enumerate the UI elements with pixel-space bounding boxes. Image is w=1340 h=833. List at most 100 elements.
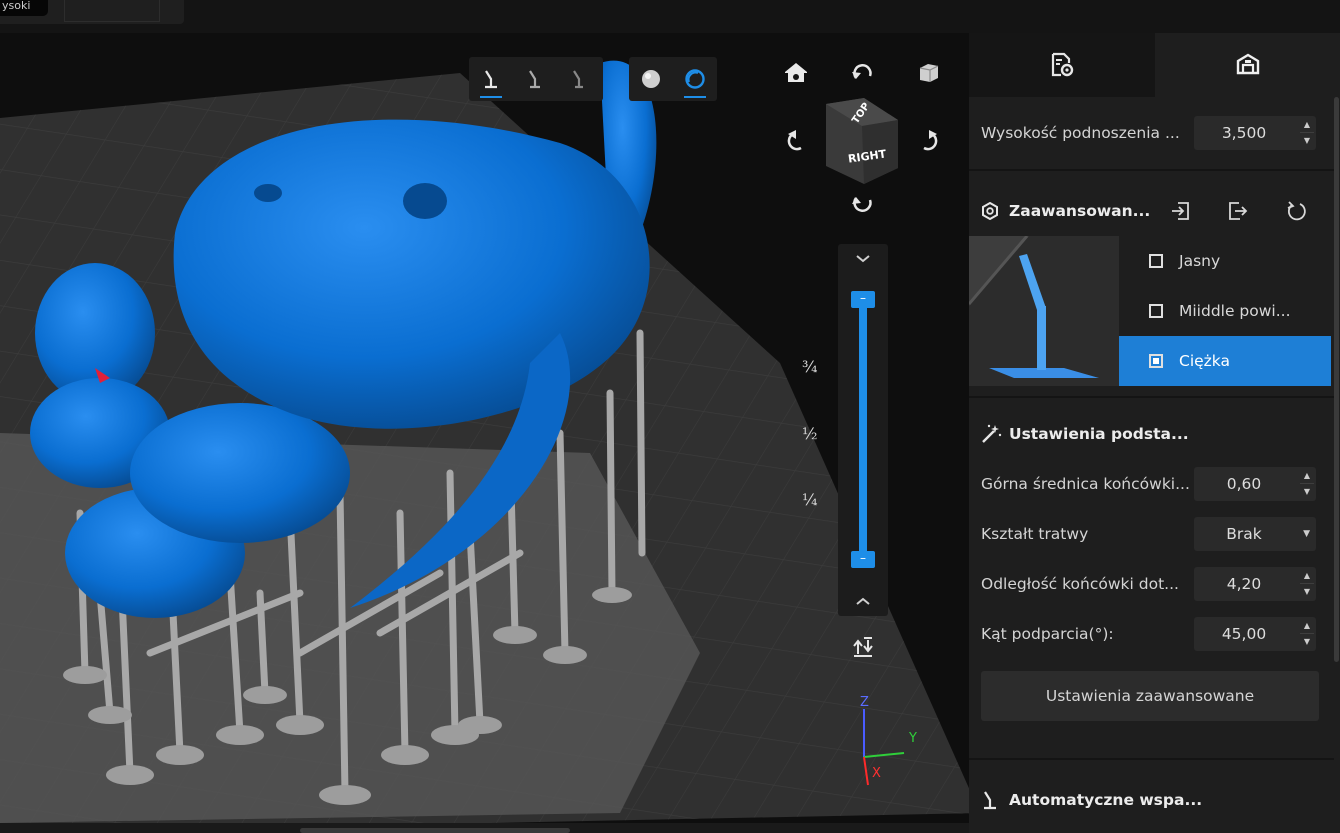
raft-shape-dropdown[interactable]: Brak ▼ — [1194, 517, 1316, 551]
home-view-button[interactable] — [779, 55, 813, 89]
preset-light-label: Jasny — [1179, 252, 1221, 270]
support-structure-icon — [1236, 53, 1260, 75]
rotate-up-button[interactable] — [846, 55, 880, 89]
support-display-toolbar — [469, 57, 603, 101]
rotate-left-button[interactable] — [779, 124, 813, 158]
xray-sphere-icon — [685, 69, 705, 89]
lift-height-row: Wysokość podnoszenia ... 3,500 ▲ ▼ — [981, 116, 1317, 150]
raft-shape-row: Kształt tratwy Brak ▼ — [981, 517, 1317, 551]
preset-heavy-option[interactable]: Ciężka — [1119, 336, 1331, 386]
slider-fraction-three-quarters: ¾ — [802, 357, 818, 376]
slider-fraction-half: ½ — [802, 424, 818, 443]
top-toolbar-fragment: ysoki — [0, 0, 184, 24]
layer-slider-bottom-handle[interactable]: – — [851, 551, 875, 568]
view-cube[interactable]: TOP RIGHT — [824, 96, 900, 186]
tip-diameter-label: Górna średnica końcówki... — [981, 475, 1189, 493]
support-medium-icon — [529, 70, 540, 89]
chevron-down-icon[interactable] — [855, 254, 871, 264]
advanced-section-header[interactable]: Zaawansowan... — [981, 196, 1150, 226]
support-view-3-button[interactable] — [557, 58, 601, 100]
support-view-2-button[interactable] — [513, 58, 557, 100]
advanced-section-title: Zaawansowan... — [1009, 202, 1151, 220]
solid-sphere-icon — [642, 70, 660, 88]
rotate-cw-icon — [852, 197, 872, 212]
support-angle-decrement[interactable]: ▼ — [1298, 637, 1316, 646]
preset-medium-checkbox[interactable] — [1149, 304, 1163, 318]
support-view-1-button[interactable] — [469, 58, 513, 100]
layer-slider-track[interactable] — [859, 300, 867, 562]
layer-range-icon — [853, 637, 873, 657]
preset-medium-option[interactable]: Miiddle powi... — [1119, 286, 1331, 336]
support-heavy-icon — [573, 70, 583, 89]
tip-distance-decrement[interactable]: ▼ — [1298, 587, 1316, 596]
panel-tabs — [969, 33, 1340, 97]
support-pin-icon — [984, 791, 996, 810]
tip-diameter-stepper[interactable]: 0,60 ▲ ▼ — [1194, 467, 1316, 501]
support-preset-preview — [969, 236, 1119, 386]
preset-light-option[interactable]: Jasny — [1119, 236, 1331, 286]
support-angle-row: Kąt podparcia(°): 45,00 ▲ ▼ — [981, 617, 1317, 651]
layer-slider-top-handle[interactable]: – — [851, 291, 875, 308]
preset-light-checkbox[interactable] — [1149, 254, 1163, 268]
top-fragment-button[interactable]: ysoki — [0, 0, 48, 16]
basic-settings-header[interactable]: Ustawienia podsta... — [981, 419, 1189, 449]
tab-support[interactable] — [1155, 33, 1340, 97]
support-angle-increment[interactable]: ▲ — [1298, 621, 1316, 630]
auto-supports-title: Automatyczne wspa... — [1009, 791, 1203, 809]
lift-height-value[interactable]: 3,500 — [1194, 116, 1294, 150]
cube-icon — [919, 64, 939, 82]
lift-height-decrement[interactable]: ▼ — [1298, 136, 1316, 145]
rotate-down-button[interactable] — [846, 187, 880, 221]
support-preview-image — [969, 236, 1099, 378]
tip-diameter-row: Górna średnica końcówki... 0,60 ▲ ▼ — [981, 467, 1317, 501]
render-mode-toolbar — [629, 57, 717, 101]
auto-supports-header[interactable]: Automatyczne wspa... — [981, 785, 1202, 815]
raft-shape-label: Kształt tratwy — [981, 525, 1089, 543]
panel-scrollbar[interactable] — [1334, 97, 1339, 662]
layer-range-button[interactable] — [846, 630, 880, 664]
preset-heavy-label: Ciężka — [1179, 352, 1231, 370]
rotate-right-button[interactable] — [912, 124, 946, 158]
xray-render-button[interactable] — [673, 58, 717, 100]
basic-settings-title: Ustawienia podsta... — [1009, 425, 1189, 443]
settings-panel: Wysokość podnoszenia ... 3,500 ▲ ▼ Zaawan… — [969, 33, 1340, 833]
export-preset-icon[interactable] — [1226, 200, 1248, 222]
tip-distance-stepper[interactable]: 4,20 ▲ ▼ — [1194, 567, 1316, 601]
tip-diameter-value[interactable]: 0,60 — [1194, 467, 1294, 501]
support-angle-label: Kąt podparcia(°): — [981, 625, 1114, 643]
rotate-left-icon — [787, 130, 802, 151]
tip-distance-value[interactable]: 4,20 — [1194, 567, 1294, 601]
lift-height-stepper[interactable]: 3,500 ▲ ▼ — [1194, 116, 1316, 150]
reset-preset-icon[interactable] — [1285, 200, 1307, 222]
top-strip: ysoki — [0, 0, 1340, 33]
preset-medium-label: Miiddle powi... — [1179, 302, 1291, 320]
slider-fraction-quarter: ¼ — [802, 490, 818, 509]
chevron-up-icon[interactable] — [855, 596, 871, 606]
axis-gizmo: Z Y X — [848, 693, 928, 793]
hexagon-gear-icon — [982, 202, 998, 220]
lift-height-increment[interactable]: ▲ — [1298, 120, 1316, 129]
viewport-bottom-scrollbar[interactable] — [0, 823, 969, 833]
rotate-right-icon — [923, 130, 938, 151]
tab-file-settings[interactable] — [969, 33, 1155, 97]
support-light-icon — [485, 70, 497, 89]
section-divider — [969, 169, 1334, 171]
magic-wand-icon — [982, 424, 1002, 443]
advanced-settings-button[interactable]: Ustawienia zaawansowane — [981, 671, 1319, 721]
chevron-down-icon[interactable]: ▼ — [1303, 529, 1310, 539]
3d-viewport[interactable]: TOP RIGHT – – ¾ ½ ¼ Z Y X — [0, 33, 969, 833]
raft-shape-value[interactable]: Brak — [1194, 517, 1294, 551]
support-angle-value[interactable]: 45,00 — [1194, 617, 1294, 651]
import-preset-icon[interactable] — [1170, 200, 1192, 222]
viewport-scroll-thumb[interactable] — [300, 828, 570, 833]
support-angle-stepper[interactable]: 45,00 ▲ ▼ — [1194, 617, 1316, 651]
perspective-button[interactable] — [912, 55, 946, 89]
home-eye-icon — [785, 63, 807, 82]
tip-diameter-increment[interactable]: ▲ — [1298, 471, 1316, 480]
layer-slider[interactable]: – – — [838, 244, 888, 616]
tip-diameter-decrement[interactable]: ▼ — [1298, 487, 1316, 496]
tip-distance-increment[interactable]: ▲ — [1298, 571, 1316, 580]
solid-render-button[interactable] — [629, 58, 673, 100]
preset-heavy-checkbox[interactable] — [1149, 354, 1163, 368]
top-fragment-field[interactable] — [64, 0, 160, 22]
